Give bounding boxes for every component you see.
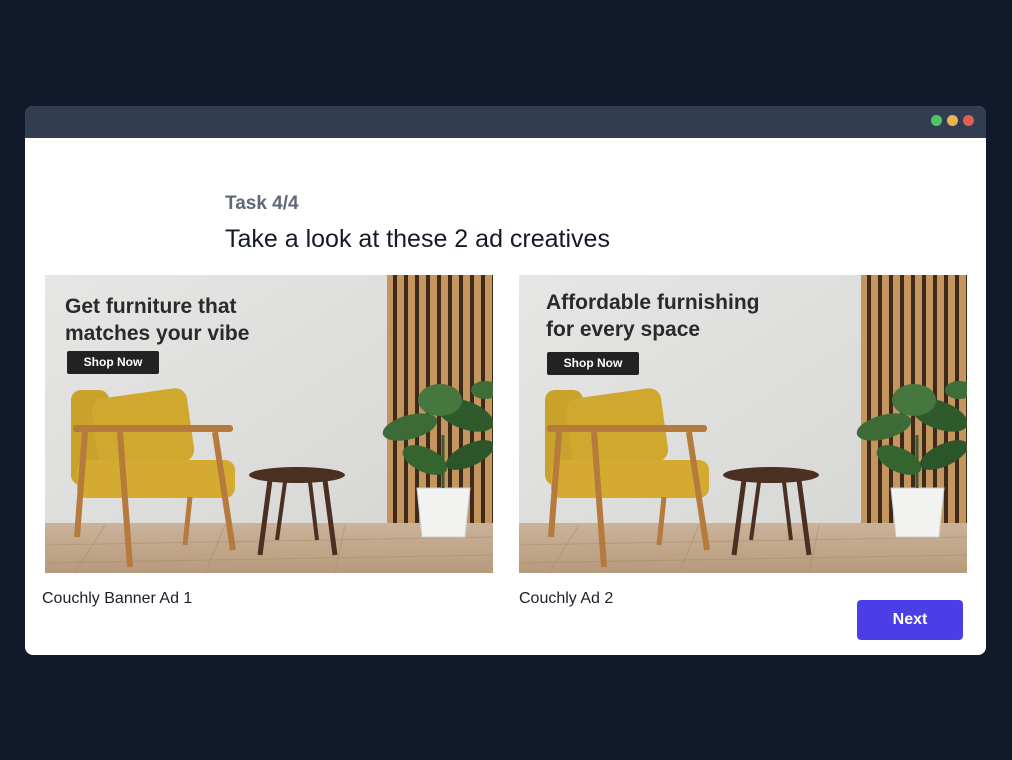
ad-creative-1[interactable]: Get furniture that matches your vibe Sho…: [45, 275, 493, 573]
ad-headline: Affordable furnishing for every space: [546, 291, 760, 341]
next-button[interactable]: Next: [857, 600, 963, 640]
close-dot[interactable]: [963, 115, 974, 126]
maximize-dot[interactable]: [931, 115, 942, 126]
shop-now-button[interactable]: Shop Now: [67, 351, 159, 374]
window-controls: [931, 115, 974, 126]
task-progress-label: Task 4/4: [225, 193, 299, 214]
ad-caption: Couchly Ad 2: [519, 590, 614, 607]
window-titlebar: [25, 106, 986, 138]
ad-headline: Get furniture that matches your vibe: [65, 295, 250, 345]
minimize-dot[interactable]: [947, 115, 958, 126]
browser-window: Task 4/4 Take a look at these 2 ad creat…: [25, 106, 986, 655]
shop-now-button[interactable]: Shop Now: [547, 352, 639, 375]
ad-creative-2[interactable]: Affordable furnishing for every space Sh…: [519, 275, 967, 573]
page-title: Take a look at these 2 ad creatives: [225, 225, 610, 253]
ad-caption: Couchly Banner Ad 1: [42, 590, 193, 607]
